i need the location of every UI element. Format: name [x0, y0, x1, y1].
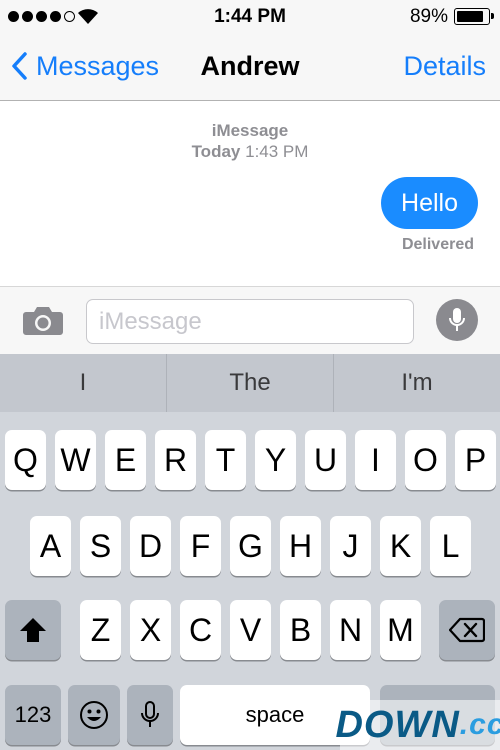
- navigation-bar: Messages Andrew Details: [0, 34, 500, 101]
- key-f[interactable]: F: [180, 516, 221, 576]
- key-s[interactable]: S: [80, 516, 121, 576]
- key-e[interactable]: E: [105, 430, 146, 490]
- shift-arrow-icon: [20, 618, 46, 642]
- key-b[interactable]: B: [280, 600, 321, 660]
- delivery-status: Delivered: [401, 236, 474, 253]
- key-j[interactable]: J: [330, 516, 371, 576]
- key-x[interactable]: X: [130, 600, 171, 660]
- timestamp-day: Today: [191, 142, 241, 161]
- key-w[interactable]: W: [55, 430, 96, 490]
- key-m[interactable]: M: [380, 600, 421, 660]
- service-label: iMessage: [211, 121, 289, 140]
- emoji-icon: [80, 701, 108, 729]
- suggestion-item[interactable]: I'm: [333, 354, 500, 412]
- key-u[interactable]: U: [305, 430, 346, 490]
- keyboard: I The I'm Q W E R T Y U I O P A S D F G …: [0, 354, 500, 750]
- shift-key[interactable]: [5, 600, 61, 660]
- key-o[interactable]: O: [405, 430, 446, 490]
- keyboard-row-2: A S D F G H J K L: [0, 516, 500, 576]
- details-button[interactable]: Details: [403, 51, 486, 82]
- watermark-main: DOWN: [335, 703, 460, 746]
- camera-icon[interactable]: [22, 304, 64, 336]
- key-y[interactable]: Y: [255, 430, 296, 490]
- keyboard-row-3: Z X C V B N M: [0, 600, 500, 660]
- key-z[interactable]: Z: [80, 600, 121, 660]
- key-l[interactable]: L: [430, 516, 471, 576]
- suggestion-item[interactable]: The: [166, 354, 333, 412]
- key-d[interactable]: D: [130, 516, 171, 576]
- emoji-key[interactable]: [68, 685, 120, 745]
- key-t[interactable]: T: [205, 430, 246, 490]
- key-n[interactable]: N: [330, 600, 371, 660]
- back-button[interactable]: Messages: [10, 46, 159, 86]
- dictation-key[interactable]: [127, 685, 173, 745]
- key-h[interactable]: H: [280, 516, 321, 576]
- battery-percentage: 89%: [409, 6, 448, 27]
- message-input-bar: [0, 286, 500, 354]
- timestamp-time: 1:43 PM: [245, 142, 309, 161]
- status-bar: 1:44 PM 89%: [0, 0, 500, 34]
- suggestion-item[interactable]: I: [0, 354, 166, 412]
- key-i[interactable]: I: [355, 430, 396, 490]
- sent-message-bubble[interactable]: Hello: [381, 177, 478, 229]
- watermark-suffix: .cc: [459, 708, 500, 741]
- message-timestamp: Today 1:43 PM: [0, 142, 500, 162]
- key-k[interactable]: K: [380, 516, 421, 576]
- key-q[interactable]: Q: [5, 430, 46, 490]
- key-p[interactable]: P: [455, 430, 496, 490]
- key-r[interactable]: R: [155, 430, 196, 490]
- microphone-icon: [141, 701, 159, 727]
- key-c[interactable]: C: [180, 600, 221, 660]
- backspace-icon: [449, 617, 485, 643]
- dictation-button[interactable]: [436, 299, 478, 341]
- message-input[interactable]: [86, 299, 414, 344]
- predictive-bar: I The I'm: [0, 354, 500, 412]
- key-a[interactable]: A: [30, 516, 71, 576]
- delete-key[interactable]: [439, 600, 495, 660]
- microphone-icon: [449, 308, 465, 331]
- conversation-view[interactable]: iMessage Today 1:43 PM Hello Delivered: [0, 101, 500, 286]
- numbers-key[interactable]: 123: [5, 685, 61, 745]
- keyboard-row-1: Q W E R T Y U I O P: [0, 430, 500, 490]
- watermark-logo: DOWN.cc: [335, 700, 500, 750]
- key-v[interactable]: V: [230, 600, 271, 660]
- chevron-left-icon: [12, 52, 27, 80]
- battery-icon: [454, 8, 494, 25]
- back-button-label: Messages: [36, 50, 160, 81]
- key-g[interactable]: G: [230, 516, 271, 576]
